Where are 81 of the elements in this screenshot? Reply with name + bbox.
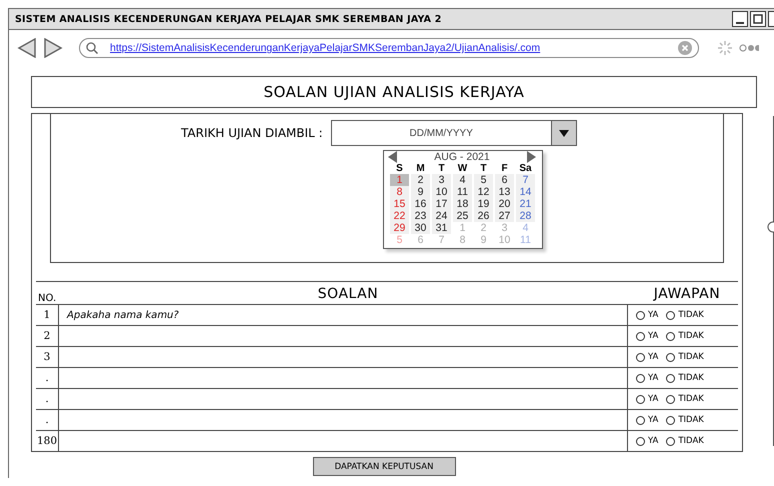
weekday-label: Sa — [518, 163, 533, 174]
calendar-day[interactable]: 16 — [411, 198, 430, 210]
answer-radio[interactable]: TIDAK — [666, 436, 704, 446]
row-number: . — [44, 392, 50, 407]
calendar-day[interactable]: 11 — [453, 186, 472, 198]
weekday-label: M — [415, 163, 426, 174]
calendar-day[interactable]: 21 — [516, 198, 535, 210]
weekday-label: T — [437, 163, 446, 174]
date-label: TARIKH UJIAN DIAMBIL : — [181, 126, 323, 140]
calendar-day[interactable]: 10 — [432, 186, 451, 198]
row-number: 2 — [42, 329, 52, 344]
calendar-day[interactable]: 5 — [474, 174, 493, 186]
date-field[interactable]: DD/MM/YYYY — [330, 120, 552, 146]
answer-radio[interactable]: YA — [636, 373, 658, 383]
column-header: NO. — [37, 293, 58, 304]
calendar-day[interactable]: 25 — [453, 210, 472, 222]
answer-radio[interactable]: TIDAK — [666, 394, 704, 404]
calendar-day[interactable]: 19 — [474, 198, 493, 210]
next-month-icon[interactable] — [526, 151, 536, 163]
answer-radio[interactable]: YA — [636, 352, 658, 362]
row-number: 180 — [36, 434, 58, 449]
column-header: JAWAPAN — [652, 286, 722, 304]
calendar-day[interactable]: 9 — [411, 186, 430, 198]
calendar-day[interactable]: 6 — [495, 174, 514, 186]
back-icon[interactable] — [17, 38, 37, 58]
calendar-day[interactable]: 4 — [453, 174, 472, 186]
url-link[interactable]: https://SistemAnalisisKecenderunganKerjayaPelajarSMKSerembanJaya2/UjianAnalisis/.com — [110, 42, 666, 54]
answer-radio[interactable]: TIDAK — [666, 352, 704, 362]
answer-radio[interactable]: TIDAK — [666, 310, 704, 320]
row-number: . — [44, 371, 50, 386]
calendar-day[interactable]: 20 — [495, 198, 514, 210]
row-number: . — [44, 413, 50, 428]
close-icon[interactable] — [768, 11, 774, 27]
address-bar[interactable]: https://SistemAnalisisKecenderunganKerjayaPelajarSMKSerembanJaya2/UjianAnalisis/.com — [79, 38, 699, 58]
calendar-day[interactable]: 26 — [474, 210, 493, 222]
forward-icon[interactable] — [43, 38, 63, 58]
calendar-day[interactable]: 18 — [453, 198, 472, 210]
calendar-day[interactable]: 31 — [432, 222, 451, 234]
calendar-day[interactable]: 13 — [495, 186, 514, 198]
loading-icon — [717, 40, 733, 56]
window-title: SISTEM ANALISIS KECENDERUNGAN KERJAYA PELAJAR SMK SEREMBAN JAYA 2 — [15, 14, 443, 24]
maximize-icon[interactable] — [750, 11, 766, 27]
calendar-day[interactable]: 29 — [390, 222, 409, 234]
minimize-icon[interactable] — [732, 11, 748, 27]
calendar-day[interactable]: 17 — [432, 198, 451, 210]
answer-radio[interactable]: YA — [636, 436, 658, 446]
search-icon — [86, 42, 98, 54]
answer-radio[interactable]: YA — [636, 310, 658, 320]
weekday-label: W — [456, 163, 468, 174]
submit-button[interactable]: DAPATKAN KEPUTUSAN — [312, 457, 456, 476]
calendar-day[interactable]: 3 — [432, 174, 451, 186]
column-header: SOALAN — [316, 286, 380, 304]
answer-radio[interactable]: YA — [636, 394, 658, 404]
calendar-day[interactable]: 28 — [516, 210, 535, 222]
calendar-day[interactable]: 22 — [390, 210, 409, 222]
calendar-day[interactable]: 27 — [495, 210, 514, 222]
page-header: SOALAN UJIAN ANALISIS KERJAYA — [31, 76, 758, 108]
weekday-label: S — [395, 163, 404, 174]
answer-radio[interactable]: TIDAK — [666, 373, 704, 383]
calendar-day[interactable]: 24 — [432, 210, 451, 222]
calendar-day[interactable]: 30 — [411, 222, 430, 234]
more-icon[interactable] — [739, 44, 759, 52]
weekday-label: F — [500, 163, 509, 174]
row-number: 3 — [42, 350, 52, 365]
answer-radio[interactable]: YA — [636, 331, 658, 341]
calendar-day[interactable]: 7 — [516, 174, 535, 186]
calendar-day[interactable]: 8 — [390, 186, 409, 198]
calendar-day[interactable]: 23 — [411, 210, 430, 222]
dropdown-icon[interactable] — [552, 120, 577, 146]
weekday-label: T — [479, 163, 488, 174]
month-label: AUG - 2021 — [434, 151, 490, 163]
answer-radio[interactable]: TIDAK — [666, 415, 704, 425]
question-cell: Apakaha nama kamu? — [58, 305, 628, 325]
calendar-day[interactable]: 15 — [390, 198, 409, 210]
answer-radio[interactable]: TIDAK — [666, 331, 704, 341]
row-number: 1 — [42, 308, 52, 323]
previous-month-icon[interactable] — [388, 151, 398, 163]
calendar-day[interactable]: 2 — [411, 174, 430, 186]
answer-radio[interactable]: YA — [636, 415, 658, 425]
calendar-day[interactable]: 12 — [474, 186, 493, 198]
calendar-day[interactable]: 14 — [516, 186, 535, 198]
